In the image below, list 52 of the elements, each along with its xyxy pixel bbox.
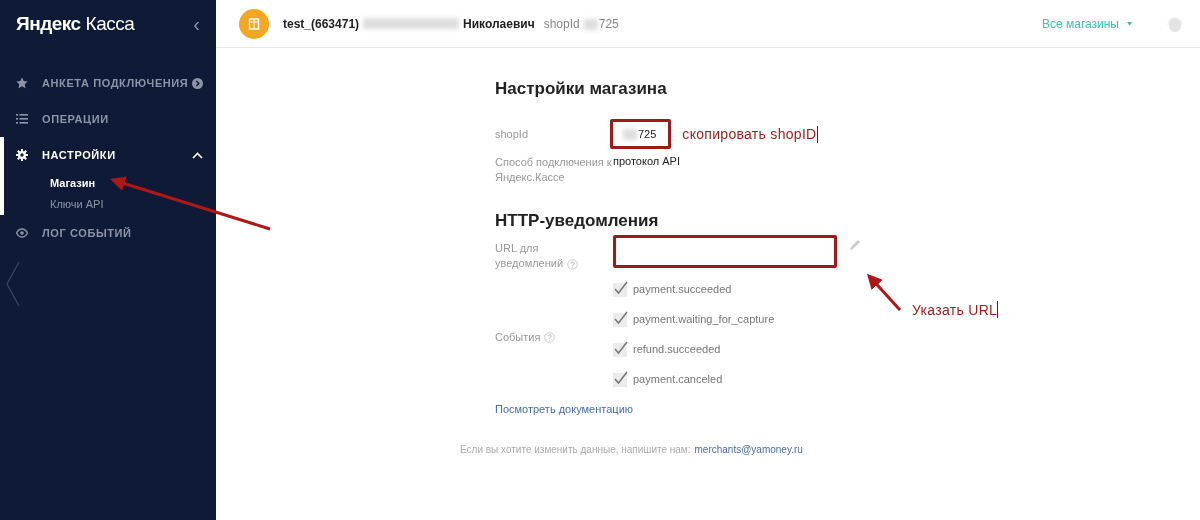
shopid-label: shopId bbox=[543, 16, 580, 31]
field-label: URL для уведомлений bbox=[495, 242, 564, 269]
caret-icon bbox=[1127, 21, 1132, 26]
annotation-note: скопировать shopID bbox=[682, 126, 817, 142]
checkbox[interactable] bbox=[613, 311, 629, 327]
checkbox[interactable] bbox=[613, 341, 629, 357]
nav-subitem[interactable]: Ключи API bbox=[4, 194, 104, 215]
text-cursor bbox=[997, 301, 999, 318]
nav-item[interactable]: ЛОГ СОБЫТИЙ bbox=[4, 215, 216, 251]
shop-avatar-icon bbox=[239, 8, 269, 39]
field-label: Способ подключения к Яндекс.Кассе bbox=[495, 155, 613, 185]
checkbox-label: refund.succeeded bbox=[633, 343, 721, 355]
text-cursor bbox=[816, 125, 818, 143]
collapse-button[interactable]: ‹ bbox=[193, 14, 200, 34]
owner-name: Николаевич bbox=[463, 16, 535, 31]
section-title: HTTP-уведомления bbox=[495, 211, 660, 231]
nav-item[interactable]: НАСТРОЙКИ bbox=[4, 137, 216, 173]
chevron-left-icon bbox=[6, 261, 20, 307]
pencil-icon bbox=[849, 239, 861, 251]
checkbox[interactable] bbox=[613, 371, 629, 387]
footer-text: Если вы хотите изменить данные, напишите нам: bbox=[460, 444, 691, 455]
help-icon bbox=[567, 258, 579, 270]
redaction-mark bbox=[583, 18, 598, 30]
nav-item[interactable]: АНКЕТА ПОДКЛЮЧЕНИЯ bbox=[4, 65, 216, 101]
headset-icon bbox=[1166, 14, 1184, 33]
redaction-mark bbox=[623, 128, 637, 140]
field-label: События bbox=[495, 329, 541, 345]
field-value: 725 bbox=[638, 128, 657, 140]
logo-text: Яндекс bbox=[16, 13, 81, 35]
email-link[interactable]: merchants@yamoney.ru bbox=[694, 444, 803, 455]
checkbox-label: payment.succeeded bbox=[633, 283, 732, 295]
settings-icon bbox=[16, 149, 28, 161]
nav-subitem[interactable]: Магазин bbox=[4, 173, 96, 194]
field-label: shopId bbox=[495, 126, 530, 142]
shop-name: test_(663471) bbox=[283, 16, 360, 31]
nav-item[interactable]: ОПЕРАЦИИ bbox=[4, 101, 216, 137]
star-icon bbox=[16, 77, 28, 89]
eye-icon bbox=[16, 227, 28, 239]
shopid-value: 725 bbox=[598, 16, 619, 31]
help-icon bbox=[544, 331, 556, 343]
annotation-note: Указать URL bbox=[912, 301, 998, 318]
checkbox-label: payment.canceled bbox=[633, 373, 723, 385]
logo-text: Касса bbox=[85, 13, 135, 35]
checkbox-label: payment.waiting_for_capture bbox=[633, 313, 775, 325]
docs-link[interactable]: Посмотреть документацию bbox=[495, 403, 634, 415]
checkbox[interactable] bbox=[613, 281, 629, 297]
url-field[interactable] bbox=[613, 235, 837, 268]
section-title: Настройки магазина bbox=[495, 79, 668, 99]
list-icon bbox=[16, 113, 28, 125]
arrow-circle-icon bbox=[192, 77, 203, 89]
annotation-arrow bbox=[867, 273, 902, 311]
field-value: протокол API bbox=[613, 155, 680, 169]
